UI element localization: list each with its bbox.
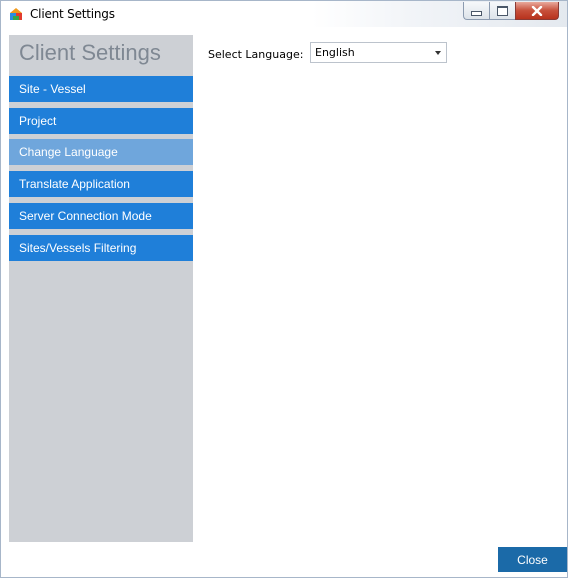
language-select[interactable]: English: [310, 42, 447, 63]
maximize-button[interactable]: [489, 2, 515, 20]
close-icon: [531, 5, 543, 16]
sidebar-item-project[interactable]: Project: [9, 108, 193, 134]
maximize-icon: [497, 5, 508, 16]
client-settings-window: Client Settings Client Settings Site - V…: [0, 0, 568, 578]
close-window-button[interactable]: [515, 2, 559, 20]
app-icon: [10, 8, 22, 20]
window-title: Client Settings: [30, 7, 115, 21]
sidebar-item-translate-application[interactable]: Translate Application: [9, 171, 193, 197]
select-language-label: Select Language:: [208, 48, 304, 61]
sidebar: Client Settings Site - Vessel Project Ch…: [9, 35, 193, 542]
sidebar-item-server-connection-mode[interactable]: Server Connection Mode: [9, 203, 193, 229]
minimize-icon: [471, 11, 482, 16]
sidebar-item-change-language[interactable]: Change Language: [9, 139, 193, 165]
chevron-down-icon[interactable]: [435, 51, 441, 55]
close-button[interactable]: Close: [498, 547, 567, 572]
sidebar-item-sites-vessels-filtering[interactable]: Sites/Vessels Filtering: [9, 235, 193, 261]
language-select-value: English: [315, 46, 355, 59]
window-controls: [463, 2, 559, 20]
title-bar[interactable]: Client Settings: [1, 1, 567, 27]
sidebar-item-site-vessel[interactable]: Site - Vessel: [9, 76, 193, 102]
minimize-button[interactable]: [463, 2, 489, 20]
sidebar-title: Client Settings: [19, 40, 161, 65]
